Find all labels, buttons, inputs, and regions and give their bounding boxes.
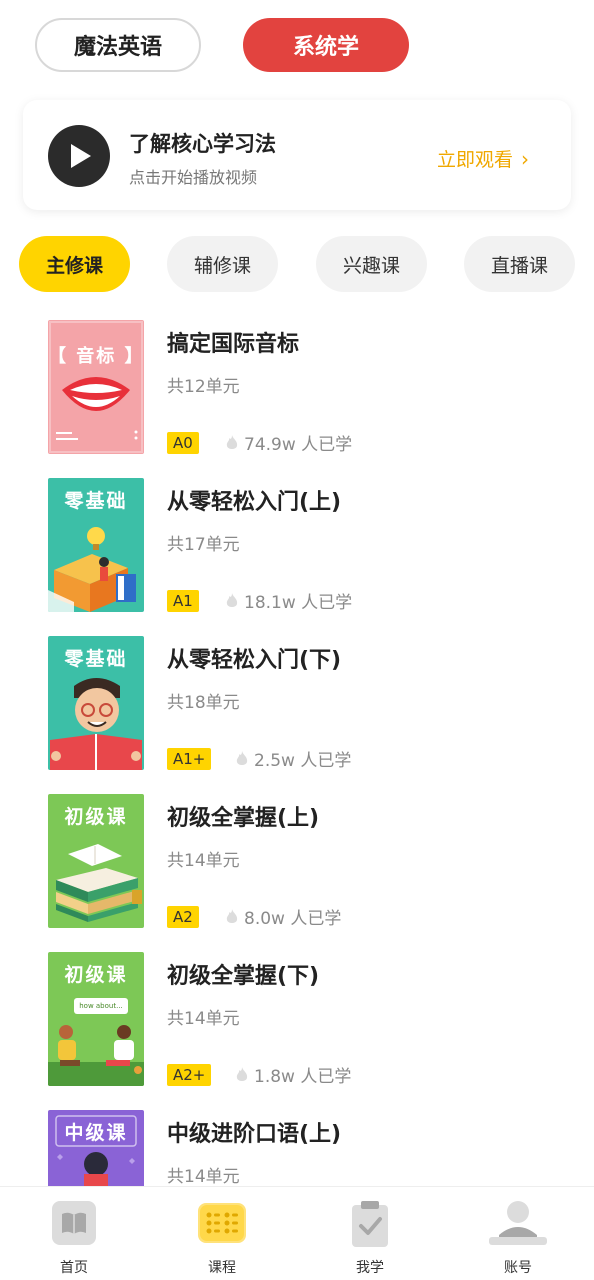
tab-interest-course[interactable]: 兴趣课: [316, 236, 427, 292]
play-icon: [71, 144, 91, 168]
learner-count: 1.8w 人已学: [236, 1062, 351, 1087]
level-badge: A1: [167, 590, 199, 612]
course-item[interactable]: 零基础 从零轻松入门(上) 共17单元 A1 18.1w 人已学: [48, 478, 568, 614]
learner-count: 2.5w 人已学: [236, 746, 351, 771]
cube-illustration: [48, 527, 136, 612]
video-subtitle: 点击开始播放视频: [129, 168, 258, 187]
course-item[interactable]: 【 音标 】 搞定国际音标 共12单元 A0 74.9w 人已学: [48, 320, 568, 456]
learner-count-text: 1.8w 人已学: [254, 1067, 352, 1087]
flame-icon: [226, 434, 238, 449]
nav-courses-label: 课程: [208, 1260, 236, 1276]
user-icon: [489, 1201, 547, 1245]
course-units: 共14单元: [167, 851, 240, 871]
magic-english-button[interactable]: 魔法英语: [35, 18, 201, 72]
flame-icon: [226, 908, 238, 923]
course-grid-icon: [198, 1203, 246, 1243]
books-illustration: [56, 844, 142, 922]
level-badge: A2: [167, 906, 199, 928]
course-item[interactable]: 初级课 how about... 初级全掌握(下) 共14单元 A2+ 1.8w…: [48, 952, 568, 1088]
course-cover: 零基础: [48, 478, 144, 612]
learner-count-text: 2.5w 人已学: [254, 751, 352, 771]
course-item[interactable]: 零基础 从零轻松入门(下) 共18单元 A1+ 2.5w 人已学: [48, 636, 568, 772]
nav-account-label: 账号: [504, 1260, 532, 1276]
learner-count: 74.9w 人已学: [226, 430, 352, 455]
tab-live-course[interactable]: 直播课: [464, 236, 575, 292]
flame-icon: [226, 592, 238, 607]
learner-count: 8.0w 人已学: [226, 904, 341, 929]
bottom-navigation: 首页 课程 我学 账号: [0, 1186, 594, 1280]
learner-count-text: 8.0w 人已学: [244, 909, 342, 929]
level-badge: A2+: [167, 1064, 212, 1086]
tab-major-course[interactable]: 主修课: [19, 236, 130, 292]
nav-courses[interactable]: 课程: [148, 1187, 296, 1280]
play-button[interactable]: [48, 125, 110, 187]
clipboard-check-icon: [352, 1201, 388, 1247]
learner-count-text: 18.1w 人已学: [244, 593, 353, 613]
level-badge: A1+: [167, 748, 212, 770]
course-cover: 初级课: [48, 794, 144, 928]
core-method-video-card[interactable]: 了解核心学习法 点击开始播放视频 立即观看 ›: [23, 100, 571, 210]
mode-toggle: 魔法英语 系统学: [0, 18, 594, 76]
nav-home-label: 首页: [60, 1260, 88, 1276]
course-title: 中级进阶口语(上): [167, 1122, 342, 1147]
watch-now-label: 立即观看: [436, 149, 513, 171]
mouth-illustration: [49, 321, 143, 453]
course-title: 从零轻松入门(上): [167, 490, 342, 515]
course-units: 共14单元: [167, 1009, 240, 1029]
nav-my-learning-label: 我学: [356, 1260, 384, 1276]
video-title: 了解核心学习法: [129, 132, 276, 156]
systematic-learning-button[interactable]: 系统学: [243, 18, 409, 72]
course-cover: 初级课 how about...: [48, 952, 144, 1086]
courses-page: 魔法英语 系统学 了解核心学习法 点击开始播放视频 立即观看 › 主修课 辅修课…: [0, 0, 594, 1280]
course-units: 共14单元: [167, 1167, 240, 1187]
tab-minor-course[interactable]: 辅修课: [167, 236, 278, 292]
course-title: 初级全掌握(下): [167, 964, 320, 989]
nav-account[interactable]: 账号: [444, 1187, 592, 1280]
category-tabs: 主修课 辅修课 兴趣课 直播课: [0, 236, 594, 294]
book-icon: [52, 1201, 96, 1245]
course-units: 共17单元: [167, 535, 240, 555]
learner-count: 18.1w 人已学: [226, 588, 352, 613]
nav-my-learning[interactable]: 我学: [296, 1187, 444, 1280]
chevron-right-icon: ›: [521, 146, 529, 171]
conversation-illustration: [48, 1025, 144, 1086]
course-item[interactable]: 初级课 初级全掌握(上) 共14单元 A2 8.0w 人已学: [48, 794, 568, 930]
nav-home[interactable]: 首页: [0, 1187, 148, 1280]
reader-illustration: [50, 678, 142, 770]
level-badge: A0: [167, 432, 199, 454]
course-units: 共18单元: [167, 693, 240, 713]
course-title: 搞定国际音标: [167, 332, 300, 357]
course-units: 共12单元: [167, 377, 240, 397]
course-title: 初级全掌握(上): [167, 806, 320, 831]
learner-count-text: 74.9w 人已学: [244, 435, 353, 455]
course-title: 从零轻松入门(下): [167, 648, 342, 673]
flame-icon: [236, 1066, 248, 1081]
flame-icon: [236, 750, 248, 765]
course-cover: 零基础: [48, 636, 144, 770]
watch-now-link[interactable]: 立即观看 ›: [437, 145, 529, 172]
course-cover: 【 音标 】: [48, 320, 144, 454]
